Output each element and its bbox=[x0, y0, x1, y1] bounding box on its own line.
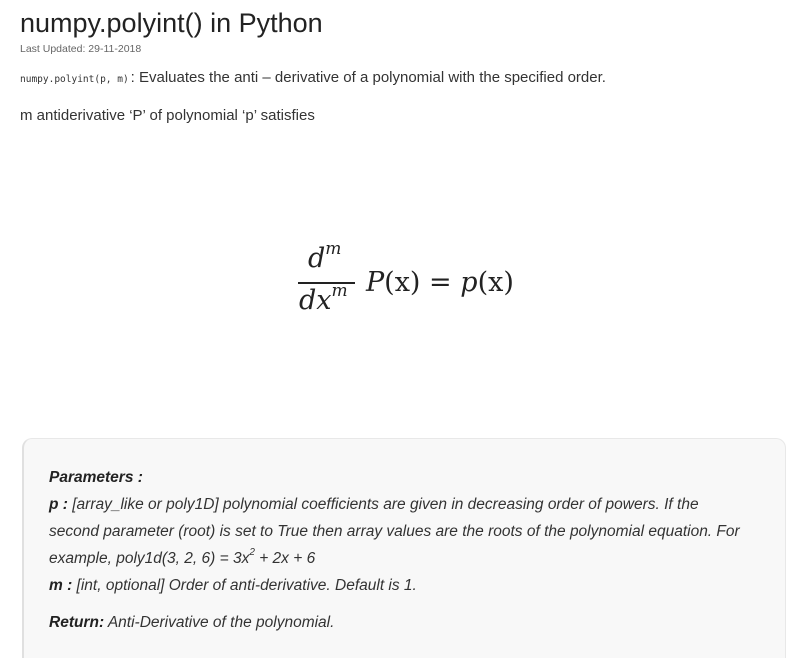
function-signature: numpy.polyint(p, m) bbox=[20, 74, 129, 85]
return-line: Return: Anti-Derivative of the polynomia… bbox=[49, 614, 335, 631]
last-updated-date: Last Updated: 29-11-2018 bbox=[20, 43, 142, 55]
intro-description: : Evaluates the anti – derivative of a p… bbox=[130, 69, 606, 86]
parameters-heading: Parameters : bbox=[49, 469, 143, 486]
parameters-content: Parameters : p : [array_like or poly1D] … bbox=[49, 464, 769, 636]
formula-equation: P(x) = p(x) bbox=[366, 267, 514, 298]
param-p-line3: example, poly1d(3, 2, 6) = 3x2 + 2x + 6 bbox=[49, 546, 316, 567]
derivative-fraction: dm dxm bbox=[278, 239, 358, 320]
param-p-label: p : bbox=[49, 496, 68, 513]
page-title: numpy.polyint() in Python bbox=[20, 8, 323, 38]
param-p-line1: p : [array_like or poly1D] polynomial co… bbox=[49, 496, 699, 513]
param-p-line2: second parameter (root) is set to True t… bbox=[49, 523, 740, 540]
intro-paragraph: numpy.polyint(p, m): Evaluates the anti … bbox=[20, 69, 606, 86]
param-m-label: m : bbox=[49, 577, 73, 594]
antiderivative-paragraph: m antiderivative ‘P’ of polynomial ‘p’ s… bbox=[20, 107, 315, 124]
return-label: Return: bbox=[49, 614, 105, 631]
fraction-denominator: dxm bbox=[299, 281, 348, 316]
param-m-line: m : [int, optional] Order of anti-deriva… bbox=[49, 577, 417, 594]
fraction-numerator: dm bbox=[308, 239, 342, 274]
antiderivative-formula: dm dxm P(x) = p(x) bbox=[278, 239, 538, 320]
parameters-panel: Parameters : p : [array_like or poly1D] … bbox=[22, 438, 786, 658]
